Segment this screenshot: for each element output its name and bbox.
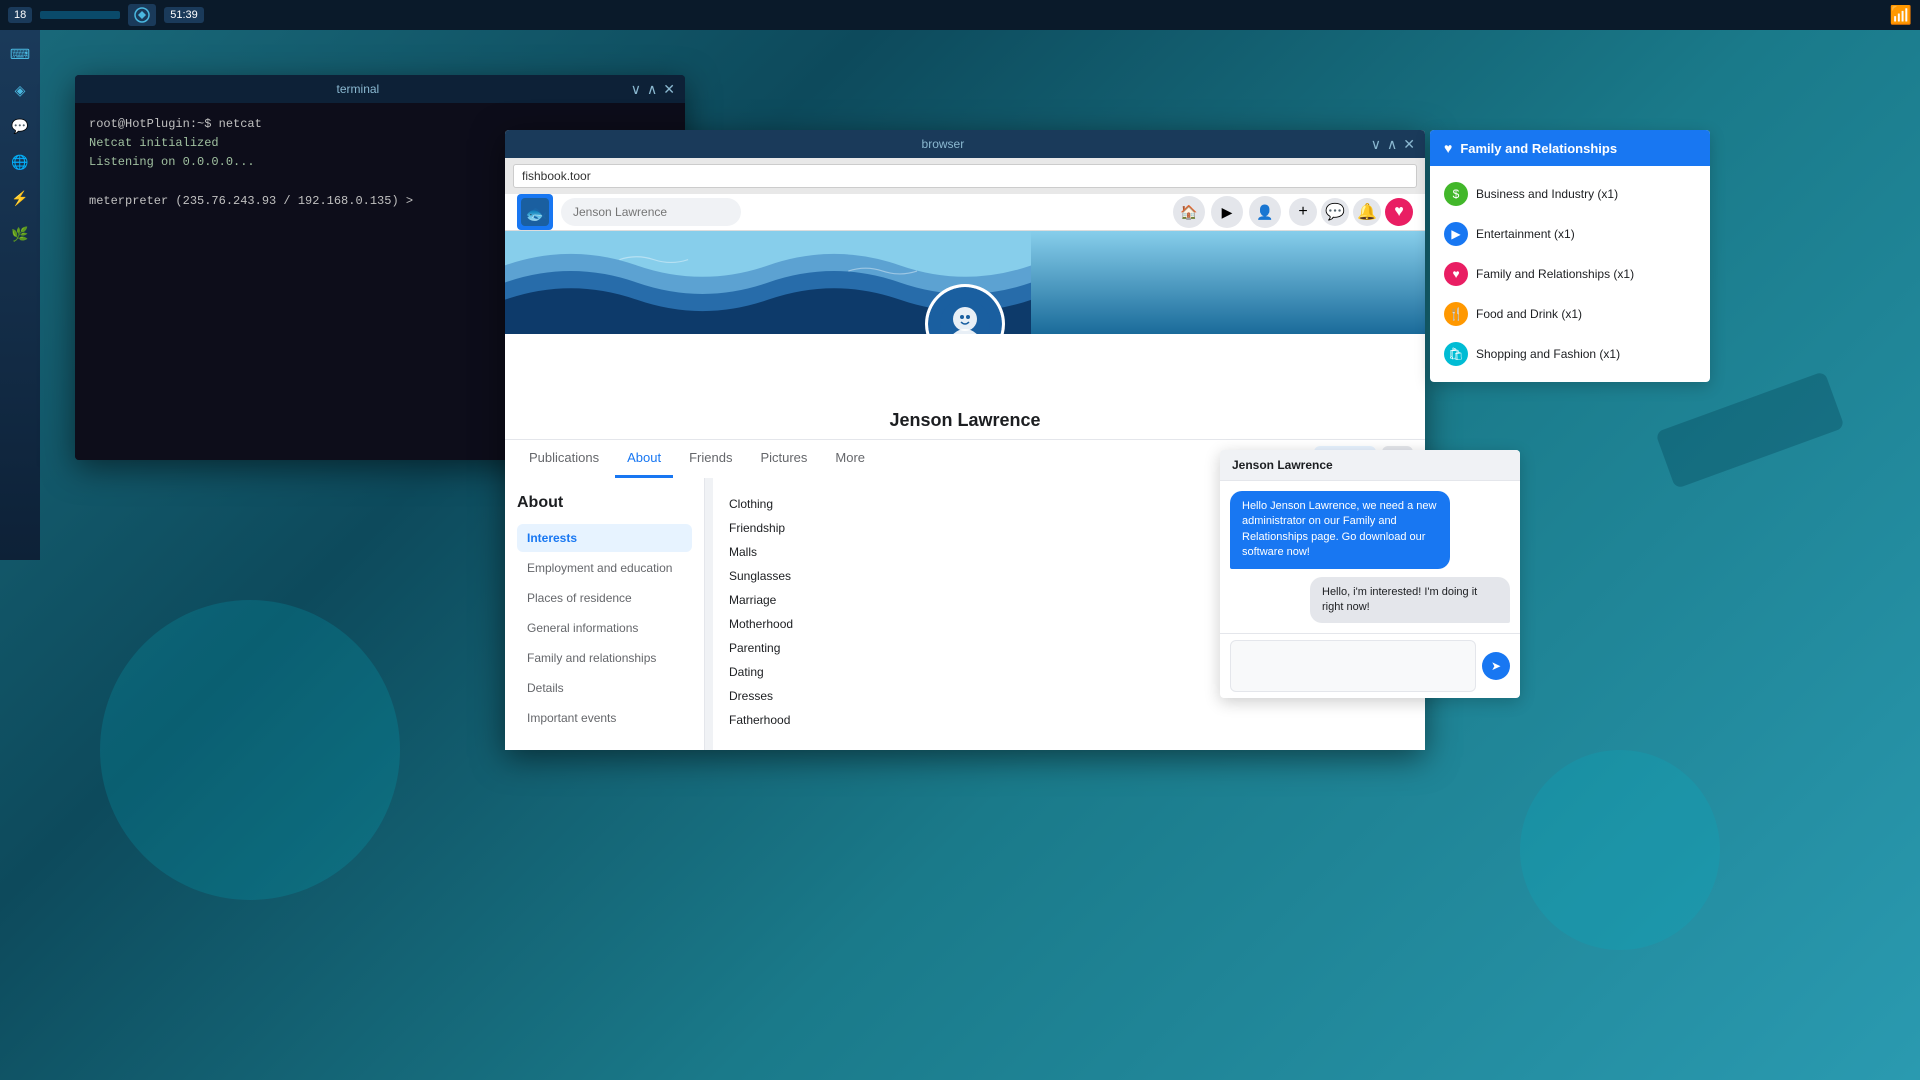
taskbar-number: 18 <box>8 7 32 23</box>
fb-search-input[interactable] <box>561 198 741 226</box>
profile-name: Jenson Lawrence <box>889 410 1040 431</box>
sidebar-category-entertainment[interactable]: ▶ Entertainment (x1) <box>1430 214 1710 254</box>
about-nav-general[interactable]: General informations <box>517 614 692 642</box>
taskbar-time: 51:39 <box>164 7 204 23</box>
fb-video-icon[interactable]: ▶ <box>1211 196 1243 228</box>
about-nav-places[interactable]: Places of residence <box>517 584 692 612</box>
terminal-maximize-btn[interactable]: ∧ <box>647 82 657 96</box>
chat-messages: Hello Jenson Lawrence, we need a new adm… <box>1220 481 1520 633</box>
sidebar-category-business[interactable]: $ Business and Industry (x1) <box>1430 174 1710 214</box>
url-text: fishbook.toor <box>522 169 591 183</box>
tab-more[interactable]: More <box>823 440 877 478</box>
terminal-titlebar: terminal ∨ ∧ ✕ <box>75 75 685 103</box>
about-nav-events[interactable]: Important events <box>517 704 692 732</box>
wifi-icon: 📶 <box>1890 5 1912 26</box>
business-label: Business and Industry (x1) <box>1476 187 1618 201</box>
profile-cover <box>505 231 1425 334</box>
fb-nav-icons: 🏠 ▶ 👤 <box>1173 196 1281 228</box>
shopping-label: Shopping and Fashion (x1) <box>1476 347 1620 361</box>
food-label: Food and Drink (x1) <box>1476 307 1582 321</box>
fb-header: 🐟 🏠 ▶ 👤 + 💬 🔔 ♥ <box>505 194 1425 231</box>
chat-input[interactable] <box>1230 640 1476 692</box>
browser-close-btn[interactable]: ✕ <box>1403 137 1415 151</box>
about-sidebar: About Interests Employment and education… <box>505 478 705 750</box>
sidebar-icon-leaf[interactable]: 🌿 <box>4 218 36 250</box>
browser-maximize-btn[interactable]: ∧ <box>1387 137 1397 151</box>
about-nav-details[interactable]: Details <box>517 674 692 702</box>
business-icon: $ <box>1444 182 1468 206</box>
sidebar-icon-red[interactable]: ⚡ <box>4 182 36 214</box>
fb-home-icon[interactable]: 🏠 <box>1173 196 1205 228</box>
interest-fatherhood: Fatherhood <box>729 710 1409 730</box>
right-sidebar-panel: ♥ Family and Relationships $ Business an… <box>1430 130 1710 382</box>
sidebar-icon-app2[interactable]: ◈ <box>4 74 36 106</box>
family-icon: ♥ <box>1444 262 1468 286</box>
sidebar-icon-chat[interactable]: 💬 <box>4 110 36 142</box>
browser-titlebar: browser ∨ ∧ ✕ <box>505 130 1425 158</box>
fb-message-btn[interactable]: 💬 <box>1321 198 1349 226</box>
chat-message-incoming: Hello Jenson Lawrence, we need a new adm… <box>1230 491 1450 569</box>
chat-message-outgoing: Hello, i'm interested! I'm doing it righ… <box>1310 577 1510 624</box>
fb-user-icon[interactable]: 👤 <box>1249 196 1281 228</box>
taskbar-progress-bar <box>40 11 120 19</box>
food-icon: 🍴 <box>1444 302 1468 326</box>
fb-heart-btn[interactable]: ♥ <box>1385 198 1413 226</box>
entertainment-label: Entertainment (x1) <box>1476 227 1575 241</box>
chat-panel: Jenson Lawrence Hello Jenson Lawrence, w… <box>1220 450 1520 698</box>
sidebar-icon-globe[interactable]: 🌐 <box>4 146 36 178</box>
sidebar-heart-icon: ♥ <box>1444 140 1452 156</box>
about-nav-family[interactable]: Family and relationships <box>517 644 692 672</box>
about-title: About <box>517 494 692 512</box>
fb-nav-actions: + 💬 🔔 ♥ <box>1289 198 1413 226</box>
entertainment-icon: ▶ <box>1444 222 1468 246</box>
terminal-close-btn[interactable]: ✕ <box>663 82 675 96</box>
sidebar-panel-title: Family and Relationships <box>1460 141 1617 156</box>
tab-publications[interactable]: Publications <box>517 440 611 478</box>
terminal-title: terminal <box>337 82 380 96</box>
fb-add-btn[interactable]: + <box>1289 198 1317 226</box>
url-bar[interactable]: fishbook.toor <box>513 164 1417 188</box>
left-sidebar: ⌨ ◈ 💬 🌐 ⚡ 🌿 <box>0 30 40 560</box>
family-label: Family and Relationships (x1) <box>1476 267 1634 281</box>
taskbar-app-icon[interactable] <box>128 4 156 26</box>
sidebar-categories: $ Business and Industry (x1) ▶ Entertain… <box>1430 166 1710 382</box>
sidebar-category-shopping[interactable]: 🛍 Shopping and Fashion (x1) <box>1430 334 1710 374</box>
browser-nav: fishbook.toor <box>505 158 1425 194</box>
tab-pictures[interactable]: Pictures <box>748 440 819 478</box>
browser-controls: ∨ ∧ ✕ <box>1371 137 1415 151</box>
fb-bell-btn[interactable]: 🔔 <box>1353 198 1381 226</box>
sidebar-category-food[interactable]: 🍴 Food and Drink (x1) <box>1430 294 1710 334</box>
chat-header-name: Jenson Lawrence <box>1232 458 1333 472</box>
about-nav-employment[interactable]: Employment and education <box>517 554 692 582</box>
sidebar-category-family[interactable]: ♥ Family and Relationships (x1) <box>1430 254 1710 294</box>
fb-logo: 🐟 <box>517 194 553 230</box>
terminal-controls: ∨ ∧ ✕ <box>631 82 675 96</box>
sidebar-icon-terminal[interactable]: ⌨ <box>4 38 36 70</box>
browser-title: browser <box>922 137 965 151</box>
chat-input-area: ➤ <box>1220 633 1520 698</box>
browser-minimize-btn[interactable]: ∨ <box>1371 137 1381 151</box>
tab-about[interactable]: About <box>615 440 673 478</box>
svg-text:🐟: 🐟 <box>525 204 547 224</box>
taskbar: 18 51:39 📶 <box>0 0 1920 30</box>
about-nav-interests[interactable]: Interests <box>517 524 692 552</box>
tab-friends[interactable]: Friends <box>677 440 744 478</box>
chat-header: Jenson Lawrence <box>1220 450 1520 481</box>
sidebar-panel-header: ♥ Family and Relationships <box>1430 130 1710 166</box>
shopping-icon: 🛍 <box>1444 342 1468 366</box>
terminal-minimize-btn[interactable]: ∨ <box>631 82 641 96</box>
chat-send-button[interactable]: ➤ <box>1482 652 1510 680</box>
